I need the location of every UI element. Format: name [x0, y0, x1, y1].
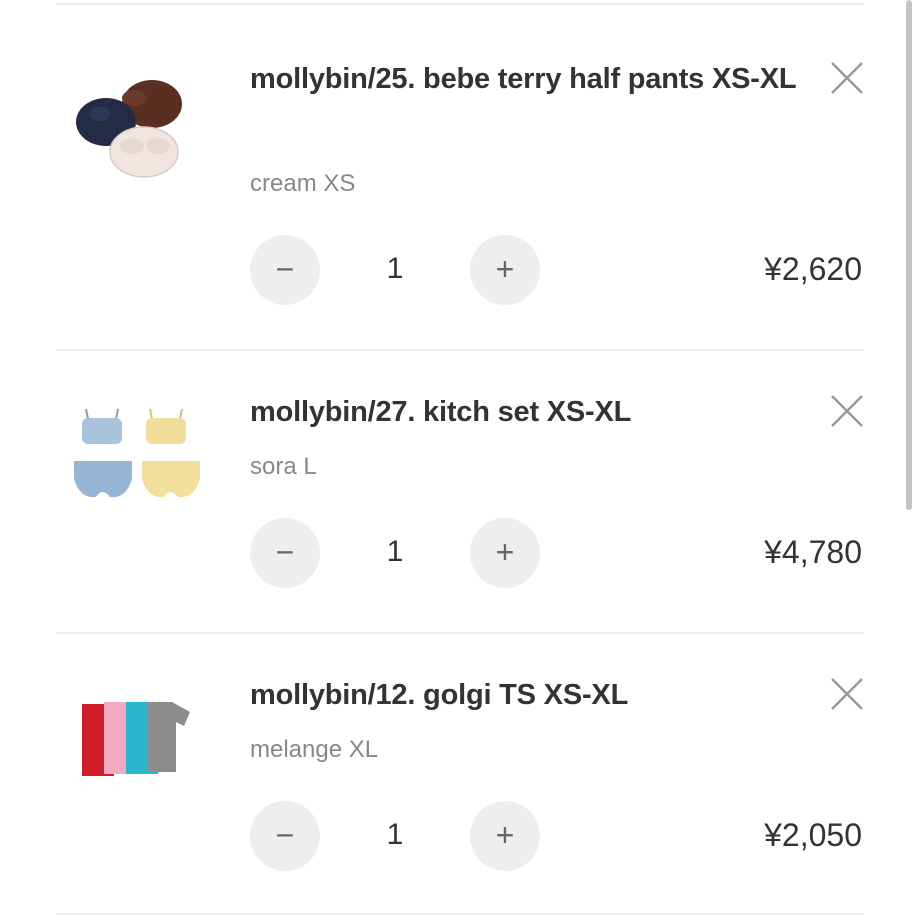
decrease-quantity-button[interactable]: − [250, 518, 320, 588]
divider [56, 913, 864, 915]
product-title[interactable]: mollybin/27. kitch set XS-XL [250, 386, 810, 438]
product-variant: sora L [250, 453, 317, 480]
close-icon [831, 62, 863, 94]
plus-icon: + [495, 251, 515, 287]
decrease-quantity-button[interactable]: − [250, 801, 320, 871]
divider [56, 349, 864, 351]
minus-icon: − [275, 534, 295, 570]
item-price: ¥2,050 [764, 817, 862, 853]
remove-item-button[interactable] [826, 57, 868, 99]
remove-item-button[interactable] [826, 673, 868, 715]
minus-icon: − [275, 817, 295, 853]
item-price: ¥2,620 [764, 251, 862, 287]
increase-quantity-button[interactable]: + [470, 235, 540, 305]
item-price: ¥4,780 [764, 534, 862, 570]
close-icon [831, 395, 863, 427]
product-image-golgi-ts[interactable] [62, 668, 212, 818]
increase-quantity-button[interactable]: + [470, 801, 540, 871]
quantity-value: 1 [386, 252, 404, 285]
quantity-value: 1 [386, 535, 404, 568]
product-title[interactable]: mollybin/12. golgi TS XS-XL [250, 669, 810, 721]
quantity-value: 1 [386, 818, 404, 851]
product-variant: cream XS [250, 170, 356, 197]
plus-icon: + [495, 817, 515, 853]
remove-item-button[interactable] [826, 390, 868, 432]
decrease-quantity-button[interactable]: − [250, 235, 320, 305]
increase-quantity-button[interactable]: + [470, 518, 540, 588]
minus-icon: − [275, 251, 295, 287]
divider-top [56, 3, 864, 5]
product-image-half-pants[interactable] [62, 62, 212, 212]
product-title[interactable]: mollybin/25. bebe terry half pants XS-XL [250, 53, 810, 105]
close-icon [831, 678, 863, 710]
scrollbar[interactable] [906, 0, 912, 510]
plus-icon: + [495, 534, 515, 570]
product-variant: melange XL [250, 736, 379, 763]
product-image-kitch-set[interactable] [62, 385, 212, 535]
divider [56, 632, 864, 634]
